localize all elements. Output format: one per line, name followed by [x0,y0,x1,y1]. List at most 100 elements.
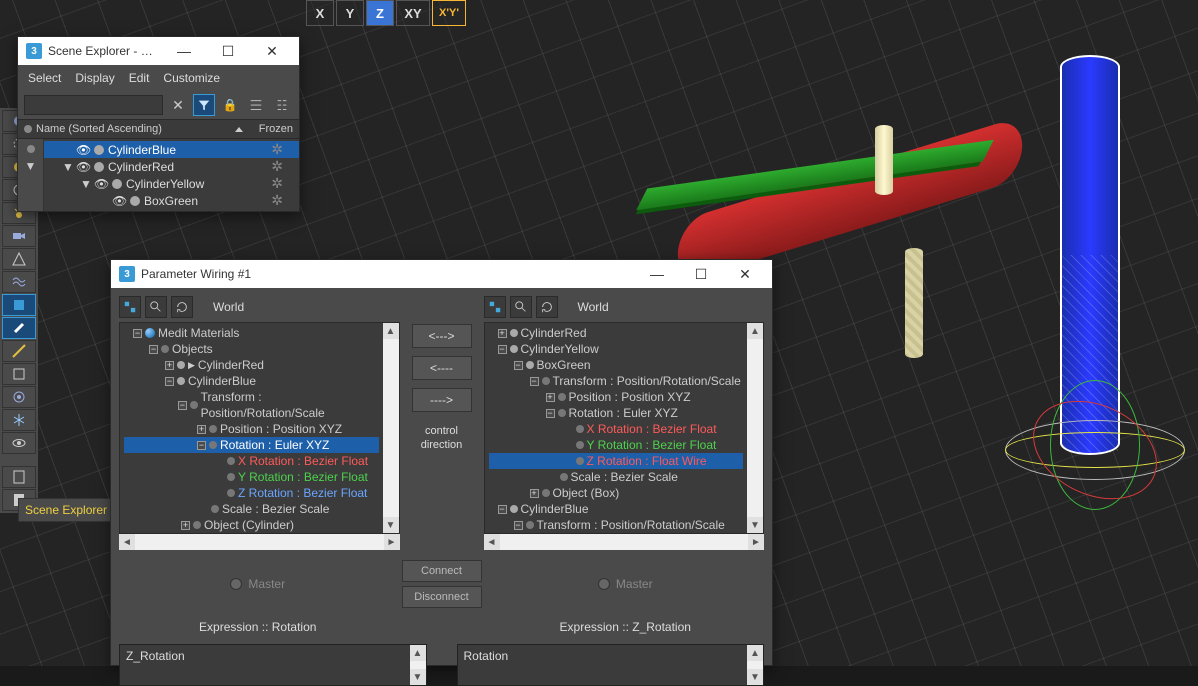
tool-bone[interactable] [2,317,36,339]
expander-icon[interactable]: − [197,441,206,450]
expander-icon[interactable]: − [546,409,555,418]
col-frozen[interactable]: Frozen [243,123,293,135]
visibility-icon[interactable]: 👁 [76,143,90,157]
menu-select[interactable]: Select [28,71,61,85]
pane-tool-refresh-icon[interactable] [171,296,193,318]
axis-local-xy-button[interactable]: X'Y' [432,0,466,26]
scrollbar-horizontal[interactable]: ◄► [119,534,400,550]
right-master[interactable]: Master [487,560,765,608]
tree-row[interactable]: ▼👁CylinderRed✲ [44,158,299,175]
frozen-icon[interactable]: ✲ [271,141,283,158]
tool-spacewarps[interactable] [2,271,36,293]
pane-tool-track-icon[interactable] [119,296,141,318]
left-master[interactable]: Master [119,560,397,608]
menu-display[interactable]: Display [75,71,114,85]
left-direction-button[interactable]: <---- [412,356,472,380]
minimize-button[interactable]: — [165,37,203,65]
tree-node[interactable]: +Position : Position XYZ [124,421,379,437]
tree-node[interactable]: +▶CylinderRed [124,357,379,373]
disconnect-button[interactable]: Disconnect [402,586,482,608]
tree-node[interactable]: +CylinderRed [489,325,744,341]
tree-node[interactable]: −Objects [124,341,379,357]
pane-tool-find-icon[interactable] [510,296,532,318]
tree-node[interactable]: Z Rotation : Float Wire [489,453,744,469]
tool-particles[interactable] [2,340,36,362]
expander-icon[interactable]: − [498,505,507,514]
tree-node[interactable]: −Transform : Position/Rotation/Scale [489,517,744,533]
tool-frozen[interactable] [2,409,36,431]
connect-button[interactable]: Connect [402,560,482,582]
pane-tool-find-icon[interactable] [145,296,167,318]
expander-icon[interactable]: − [498,345,507,354]
tree-node[interactable]: −Medit Materials [124,325,379,341]
tree-node[interactable]: Scale : Bezier Scale [489,469,744,485]
tool-containers[interactable] [2,294,36,316]
tree-row[interactable]: 👁CylinderBlue✲ [44,141,299,158]
lock-icon[interactable]: 🔒 [219,94,241,116]
scene-explorer-tree[interactable]: 👁CylinderBlue✲▼👁CylinderRed✲▼👁CylinderYe… [44,139,299,211]
tool-groups[interactable] [2,386,36,408]
frozen-icon[interactable]: ✲ [271,192,283,209]
filter-selection-icon[interactable] [193,94,215,116]
tree-node[interactable]: −CylinderBlue [124,373,379,389]
tree-node[interactable]: +Object (Box) [489,485,744,501]
expander-icon[interactable]: − [149,345,158,354]
axis-x-button[interactable]: X [306,0,334,26]
tree-node[interactable]: −Transform : Position/Rotation/Scale [124,389,379,421]
menu-edit[interactable]: Edit [129,71,150,85]
tree-node[interactable]: −CylinderYellow [489,341,744,357]
expression-right-input[interactable]: Rotation ▲▼ [457,644,765,686]
close-button[interactable]: ✕ [726,260,764,288]
scrollbar-vertical[interactable]: ▲▼ [383,323,399,533]
expander-icon[interactable]: + [181,521,190,530]
col-name[interactable]: Name (Sorted Ascending) [36,123,162,135]
scrollbar-vertical[interactable]: ▲▼ [747,645,763,685]
tree-node[interactable]: Y Rotation : Bezier Float [124,469,379,485]
maximize-button[interactable]: ☐ [209,37,247,65]
scrollbar-vertical[interactable]: ▲▼ [747,323,763,533]
scrollbar-horizontal[interactable]: ◄► [484,534,765,550]
expander-icon[interactable]: − [514,521,523,530]
tool-all[interactable] [2,466,36,488]
tree-node[interactable]: Scale : Bezier Scale [124,501,379,517]
expression-left-input[interactable]: Z_Rotation ▲▼ [119,644,427,686]
right-tree[interactable]: +CylinderRed−CylinderYellow−BoxGreen−Tra… [485,323,748,533]
frozen-icon[interactable]: ✲ [271,158,283,175]
pane-tool-refresh-icon[interactable] [536,296,558,318]
expander-icon[interactable]: − [165,377,174,386]
expander-icon[interactable]: ▼ [62,160,72,174]
tool-visible[interactable] [2,432,36,454]
visibility-icon[interactable]: 👁 [76,160,90,174]
both-direction-button[interactable]: <---> [412,324,472,348]
expander-icon[interactable]: − [514,361,523,370]
tree-node[interactable]: −Rotation : Euler XYZ [489,405,744,421]
close-button[interactable]: ✕ [253,37,291,65]
tree-node[interactable]: X Rotation : Bezier Float [489,421,744,437]
scene-explorer-titlebar[interactable]: 3 Scene Explorer - Scen... — ☐ ✕ [18,37,299,65]
tool-cameras[interactable] [2,225,36,247]
tree-node[interactable]: −Transform : Position/Rotation/Scale [489,373,744,389]
tree-node[interactable]: X Rotation : Bezier Float [124,453,379,469]
expander-icon[interactable]: − [530,377,539,386]
expander-icon[interactable]: + [165,361,174,370]
expander-icon[interactable]: − [133,329,142,338]
expander-icon[interactable]: + [498,329,507,338]
pane-tool-track-icon[interactable] [484,296,506,318]
expander-icon[interactable]: + [546,393,555,402]
right-direction-button[interactable]: ----> [412,388,472,412]
parameter-wiring-titlebar[interactable]: 3 Parameter Wiring #1 — ☐ ✕ [111,260,772,288]
minimize-button[interactable]: — [638,260,676,288]
search-input[interactable] [24,95,163,115]
axis-y-button[interactable]: Y [336,0,364,26]
clear-search-icon[interactable]: ✕ [167,94,189,116]
radio-icon[interactable] [230,578,242,590]
view-list-icon[interactable] [245,94,267,116]
tree-node[interactable]: −Rotation : Euler XYZ [124,437,379,453]
tree-node[interactable]: Z Rotation : Bezier Float [124,485,379,501]
radio-icon[interactable] [598,578,610,590]
maximize-button[interactable]: ☐ [682,260,720,288]
menu-customize[interactable]: Customize [163,71,220,85]
tree-node[interactable]: Y Rotation : Bezier Float [489,437,744,453]
tree-node[interactable]: +Object (Cylinder) [124,517,379,533]
tree-node[interactable]: −CylinderBlue [489,501,744,517]
